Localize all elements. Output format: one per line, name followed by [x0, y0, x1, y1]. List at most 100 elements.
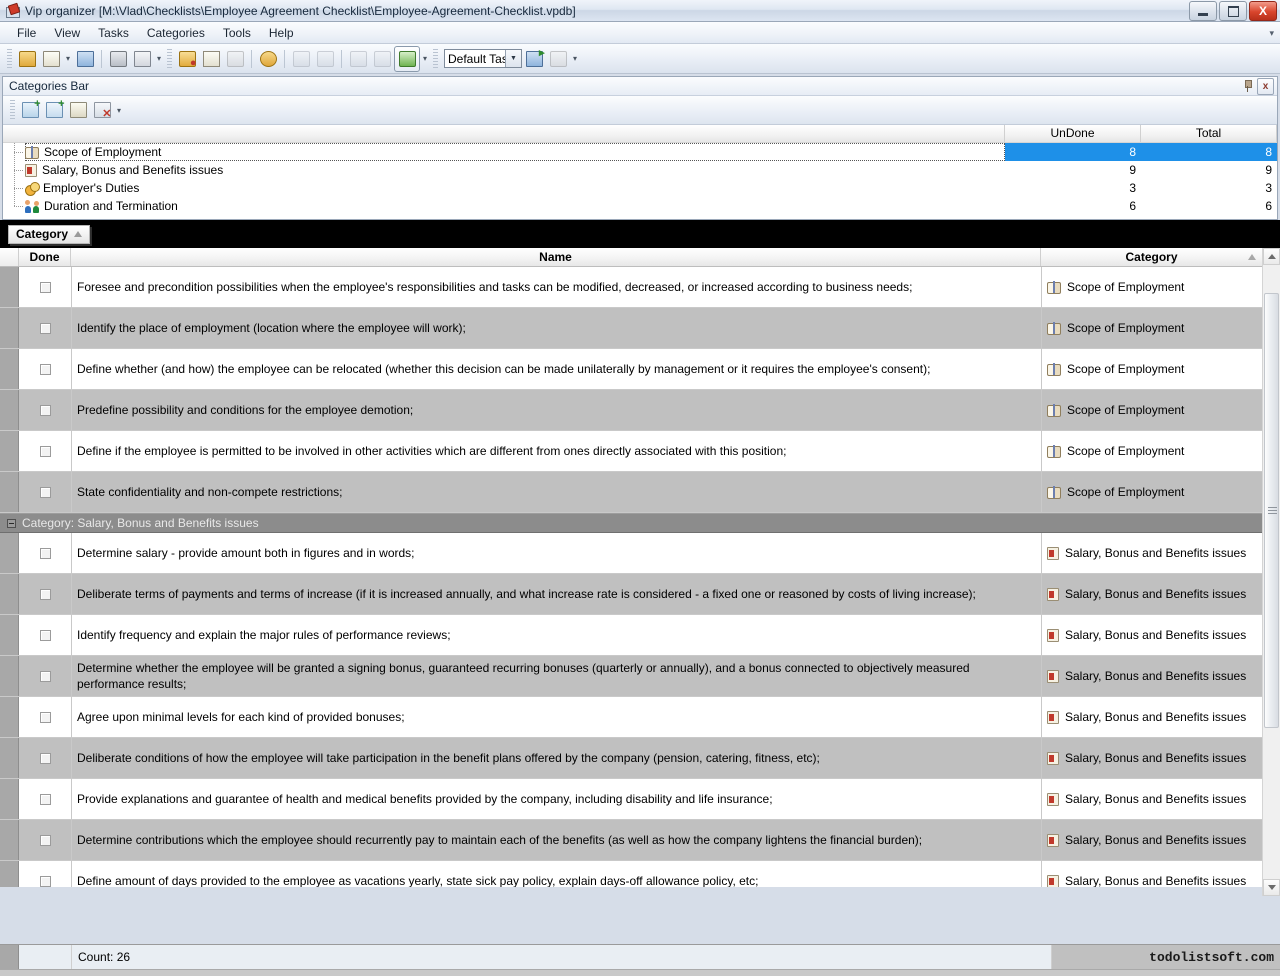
table-row[interactable]: Determine contributions which the employ… [0, 820, 1280, 861]
task-template-combo[interactable]: Default Task ▼ [444, 49, 522, 68]
menu-overflow-icon[interactable]: ▾ [1269, 28, 1274, 39]
vertical-scrollbar[interactable] [1262, 248, 1280, 896]
done-cell[interactable] [19, 656, 72, 696]
print-button[interactable] [106, 47, 130, 71]
column-header-done[interactable]: Done [19, 248, 71, 266]
table-row[interactable]: Predefine possibility and conditions for… [0, 390, 1280, 431]
maximize-button[interactable] [1219, 1, 1247, 21]
edit-category-button[interactable] [66, 98, 90, 122]
group-header-row[interactable]: Category: Salary, Bonus and Benefits iss… [0, 513, 1280, 533]
open-database-button[interactable] [39, 47, 63, 71]
task-properties-button[interactable] [223, 47, 247, 71]
done-checkbox[interactable] [40, 548, 51, 559]
table-row[interactable]: Agree upon minimal levels for each kind … [0, 697, 1280, 738]
delete-category-button[interactable]: ✕ [90, 98, 114, 122]
done-checkbox[interactable] [40, 364, 51, 375]
table-row[interactable]: Define whether (and how) the employee ca… [0, 349, 1280, 390]
move-down-button[interactable] [289, 47, 313, 71]
done-checkbox[interactable] [40, 282, 51, 293]
move-bottom-button[interactable] [346, 47, 370, 71]
column-header-category[interactable]: Category [1041, 248, 1263, 266]
table-row[interactable]: Provide explanations and guarantee of he… [0, 779, 1280, 820]
menu-item-categories[interactable]: Categories [138, 24, 214, 42]
categories-column-undone[interactable]: UnDone [1005, 125, 1141, 142]
done-cell[interactable] [19, 615, 72, 655]
table-row[interactable]: Deliberate terms of payments and terms o… [0, 574, 1280, 615]
menu-item-tools[interactable]: Tools [214, 24, 260, 42]
pin-icon[interactable] [1240, 78, 1255, 93]
move-top-button[interactable] [370, 47, 394, 71]
column-header-name[interactable]: Name [71, 248, 1041, 266]
menu-item-help[interactable]: Help [260, 24, 303, 42]
table-row[interactable]: Determine salary - provide amount both i… [0, 533, 1280, 574]
toolbar-grip-3[interactable] [433, 49, 438, 69]
done-cell[interactable] [19, 574, 72, 614]
done-checkbox[interactable] [40, 794, 51, 805]
new-task-button[interactable]: ● [175, 47, 199, 71]
done-cell[interactable] [19, 349, 72, 389]
table-row[interactable]: Determine whether the employee will be g… [0, 656, 1280, 697]
new-subcategory-button[interactable]: + [42, 98, 66, 122]
sort-ascending-icon[interactable] [74, 231, 82, 237]
group-by-bar[interactable]: Category [0, 220, 1280, 248]
new-database-button[interactable] [15, 47, 39, 71]
toolbar-overflow-button[interactable]: ▾ [570, 54, 580, 63]
table-row[interactable]: Deliberate conditions of how the employe… [0, 738, 1280, 779]
print-dropdown-button[interactable]: ▾ [154, 54, 164, 63]
print-preview-button[interactable] [130, 47, 154, 71]
done-checkbox[interactable] [40, 487, 51, 498]
done-checkbox[interactable] [40, 405, 51, 416]
done-checkbox[interactable] [40, 712, 51, 723]
category-tree-item-duration-and-termination[interactable]: Duration and Termination 6 6 [3, 197, 1277, 215]
done-cell[interactable] [19, 697, 72, 737]
categories-column-total[interactable]: Total [1141, 125, 1277, 142]
new-category-button[interactable]: + [18, 98, 42, 122]
edit-task-button[interactable] [199, 47, 223, 71]
minimize-button[interactable] [1189, 1, 1217, 21]
category-tree-item-scope-of-employment[interactable]: Scope of Employment 8 8 [3, 143, 1277, 161]
done-checkbox[interactable] [40, 671, 51, 682]
category-tree-item-salary-bonus-and-benefits-issues[interactable]: Salary, Bonus and Benefits issues 9 9 [3, 161, 1277, 179]
done-checkbox[interactable] [40, 446, 51, 457]
link-tasks-button[interactable] [256, 47, 280, 71]
done-cell[interactable] [19, 267, 72, 307]
menu-item-view[interactable]: View [45, 24, 89, 42]
table-row[interactable]: Identify the place of employment (locati… [0, 308, 1280, 349]
chevron-down-icon[interactable]: ▼ [505, 49, 522, 68]
open-dropdown-button[interactable]: ▾ [63, 54, 73, 63]
done-cell[interactable] [19, 308, 72, 348]
done-checkbox[interactable] [40, 876, 51, 887]
table-row[interactable]: State confidentiality and non-compete re… [0, 472, 1280, 513]
collapse-icon[interactable] [7, 519, 16, 528]
table-row[interactable]: Define if the employee is permitted to b… [0, 431, 1280, 472]
apply-template-button[interactable]: ▸ [522, 47, 546, 71]
menu-item-file[interactable]: File [8, 24, 45, 42]
done-checkbox[interactable] [40, 835, 51, 846]
move-up-button[interactable] [313, 47, 337, 71]
close-button[interactable]: X [1249, 1, 1277, 21]
category-tree-item-employers-duties[interactable]: Employer's Duties 3 3 [3, 179, 1277, 197]
mark-done-dropdown-button[interactable]: ▾ [420, 54, 430, 63]
table-row[interactable]: Foresee and precondition possibilities w… [0, 267, 1280, 308]
scroll-down-button[interactable] [1263, 879, 1280, 896]
table-row[interactable]: Identify frequency and explain the major… [0, 615, 1280, 656]
clear-filter-button[interactable] [546, 47, 570, 71]
done-checkbox[interactable] [40, 630, 51, 641]
done-cell[interactable] [19, 738, 72, 778]
done-cell[interactable] [19, 779, 72, 819]
done-checkbox[interactable] [40, 323, 51, 334]
close-icon[interactable]: x [1257, 78, 1274, 95]
toolbar-grip-2[interactable] [167, 49, 172, 69]
done-cell[interactable] [19, 390, 72, 430]
done-cell[interactable] [19, 820, 72, 860]
mark-done-button[interactable] [394, 46, 420, 72]
categories-toolbar-grip[interactable] [10, 100, 15, 120]
toolbar-grip[interactable] [7, 49, 12, 69]
group-by-chip-category[interactable]: Category [8, 225, 90, 244]
done-cell[interactable] [19, 533, 72, 573]
table-row[interactable]: Define amount of days provided to the em… [0, 861, 1280, 887]
done-cell[interactable] [19, 431, 72, 471]
done-cell[interactable] [19, 472, 72, 512]
done-checkbox[interactable] [40, 753, 51, 764]
scrollbar-thumb[interactable] [1264, 293, 1279, 728]
